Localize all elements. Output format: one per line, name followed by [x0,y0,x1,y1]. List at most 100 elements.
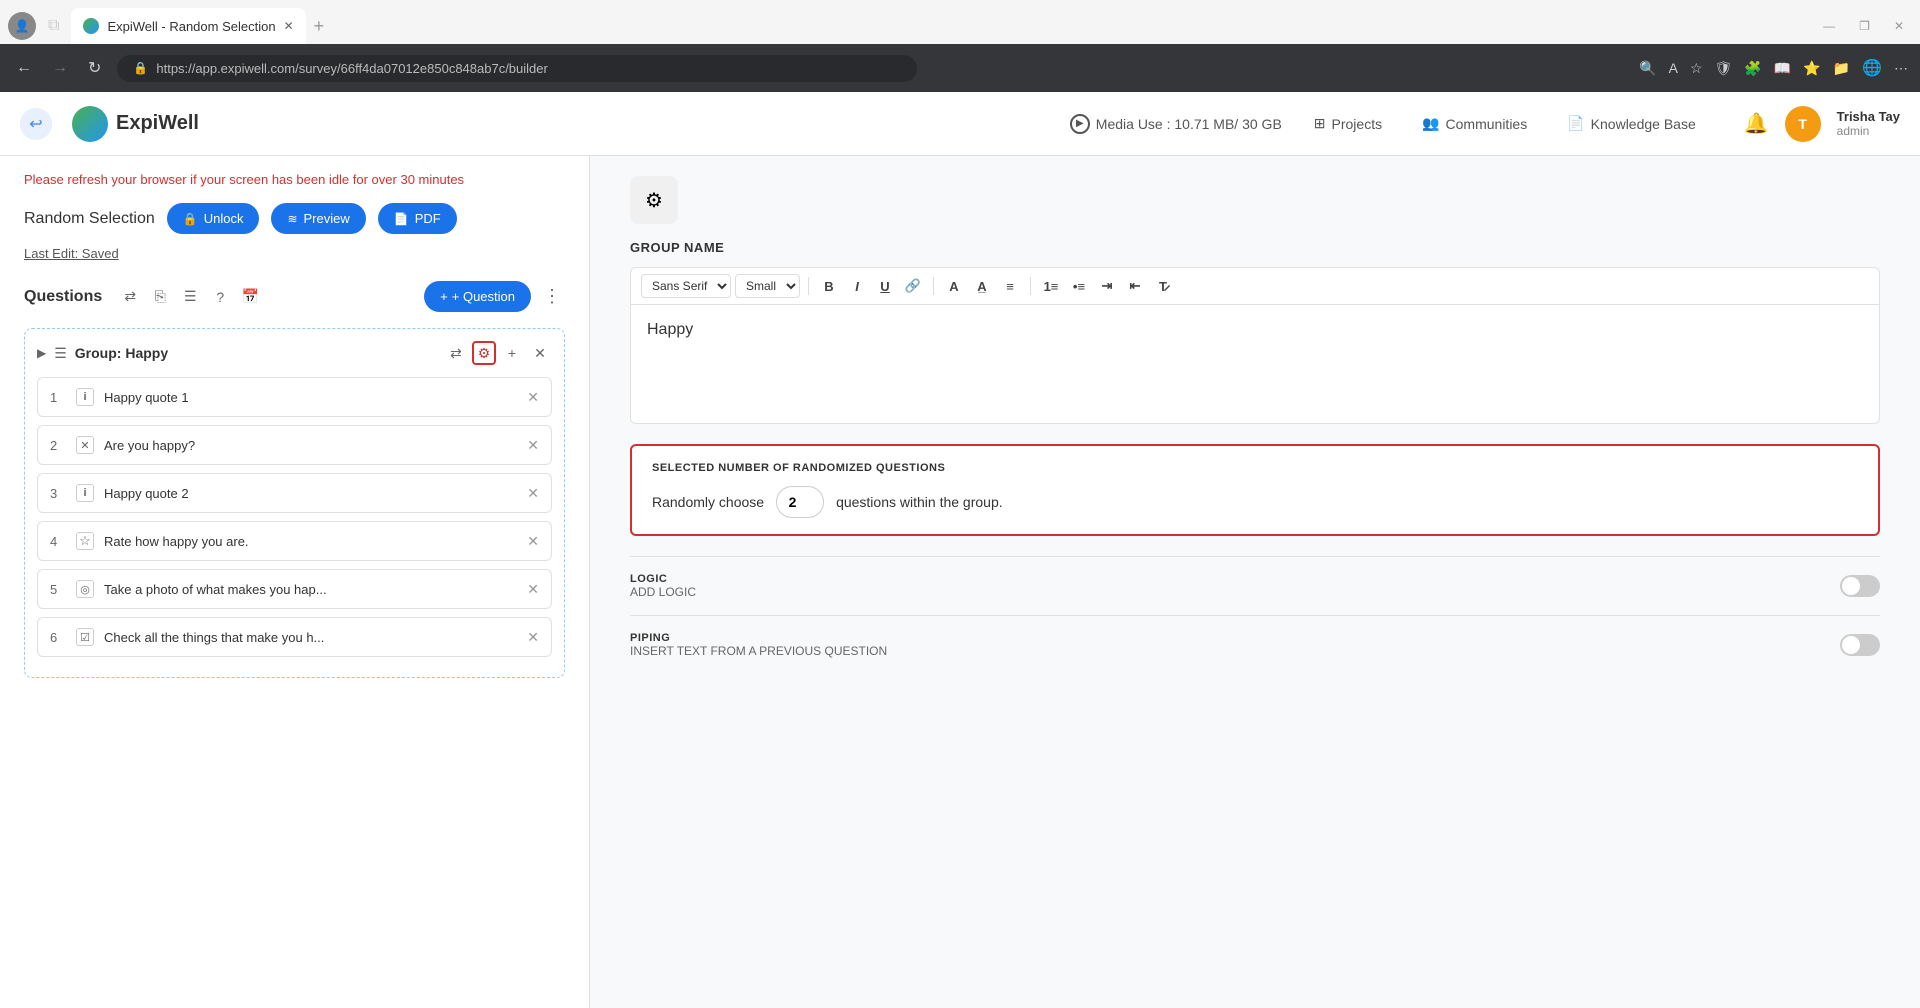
back-nav-btn[interactable]: ← [12,55,36,81]
copy-icon[interactable]: ⎘ [148,285,172,309]
preview-button[interactable]: ≋ Preview [271,203,365,234]
browser-tab[interactable]: ExpiWell - Random Selection ✕ [71,8,305,44]
play-icon: ▶ [1070,114,1090,134]
piping-info: PIPING INSERT TEXT FROM A PREVIOUS QUEST… [630,632,887,658]
q-type-star-icon: ☆ [76,532,94,550]
user-info: Trisha Tay admin [1837,109,1900,138]
question-mark-icon[interactable]: ? [208,285,232,309]
reader-icon[interactable]: 📖 [1774,60,1791,77]
group-name-editor[interactable]: Happy [630,304,1880,424]
q-close-icon[interactable]: ✕ [527,533,539,550]
clear-format-btn[interactable]: T̷ [1151,274,1175,298]
edge-icon[interactable]: 🌐 [1862,58,1882,78]
q-type-info-icon: i [76,484,94,502]
favorites-icon[interactable]: ⭐ [1803,60,1820,77]
bookmark-icon[interactable]: ☆ [1690,60,1703,77]
questions-header: Questions ⇄ ⎘ ☰ ? 📅 + + Question ⋮ [24,281,565,312]
q-close-icon[interactable]: ✕ [527,485,539,502]
link-btn[interactable]: 🔗 [901,274,925,298]
shuffle-icon[interactable]: ⇄ [118,285,142,309]
more-options-icon[interactable]: ⋮ [539,282,565,311]
group-close-icon[interactable]: ✕ [528,341,552,365]
reload-btn[interactable]: ↻ [84,54,105,82]
align-btn[interactable]: ≡ [998,274,1022,298]
q-text: Take a photo of what makes you hap... [104,582,517,597]
url-box[interactable]: 🔒 https://app.expiwell.com/survey/66ff4d… [117,55,917,82]
q-close-icon[interactable]: ✕ [527,437,539,454]
minimize-btn[interactable]: — [1815,15,1843,37]
shield-icon[interactable]: 🛡 [1715,60,1733,77]
panel-top-icon[interactable]: ⚙ [630,176,678,224]
tab-switcher-btn[interactable]: ⧉ [40,13,67,39]
unlock-button[interactable]: 🔒 Unlock [167,203,260,234]
random-number-input[interactable] [776,486,824,518]
q-text: Check all the things that make you h... [104,630,517,645]
tab-close-icon[interactable]: ✕ [284,19,294,33]
randomized-title: SELECTED NUMBER OF RANDOMIZED QUESTIONS [652,462,1858,474]
communities-link[interactable]: 👥 Communities [1414,111,1535,136]
forward-nav-btn[interactable]: → [48,55,72,81]
calendar-icon[interactable]: 📅 [238,285,262,309]
pdf-button[interactable]: 📄 PDF [378,203,457,234]
preview-label: Preview [304,211,350,226]
logic-toggle[interactable] [1840,575,1880,597]
q-close-icon[interactable]: ✕ [527,389,539,406]
header-actions: 🔔 T Trisha Tay admin [1744,106,1900,142]
list-icon[interactable]: ☰ [178,285,202,309]
italic-btn[interactable]: I [845,274,869,298]
q-close-icon[interactable]: ✕ [527,629,539,646]
q-type-checkbox-icon: ✕ [76,436,94,454]
projects-link[interactable]: ⊞ Projects [1306,111,1390,136]
question-item[interactable]: 1 i Happy quote 1 ✕ [37,377,552,417]
font-size-select[interactable]: Small [735,274,800,298]
questions-tools: ⇄ ⎘ ☰ ? 📅 [118,285,262,309]
user-profile-btn[interactable]: 👤 [8,12,36,40]
last-edit[interactable]: Last Edit: Saved [24,246,565,261]
group-add-icon[interactable]: + [500,341,524,365]
group-container: ▶ ☰ Group: Happy ⇄ ⚙ + ✕ 1 i Happy quote… [24,328,565,678]
font-family-select[interactable]: Sans Serif [641,274,731,298]
preview-icon: ≋ [287,212,297,226]
indent-btn[interactable]: ⇥ [1095,274,1119,298]
back-button[interactable]: ↩ [20,108,52,140]
knowledge-base-link[interactable]: 📄 Knowledge Base [1559,111,1704,136]
logo-icon [72,106,108,142]
window-controls: — ❐ ✕ [1815,15,1912,37]
highlight-btn[interactable]: A̲ [970,274,994,298]
q-close-icon[interactable]: ✕ [527,581,539,598]
font-color-btn[interactable]: A [942,274,966,298]
logic-label: LOGIC ADD LOGIC [630,573,696,599]
group-random-icon[interactable]: ⚙ [472,341,496,365]
survey-title-row: Random Selection 🔒 Unlock ≋ Preview 📄 PD… [24,203,565,234]
q-number: 3 [50,486,66,501]
bold-btn[interactable]: B [817,274,841,298]
question-item[interactable]: 3 i Happy quote 2 ✕ [37,473,552,513]
add-question-button[interactable]: + + Question [424,281,531,312]
q-text: Happy quote 1 [104,390,517,405]
unordered-list-btn[interactable]: •≡ [1067,274,1091,298]
piping-toggle[interactable] [1840,634,1880,656]
close-btn[interactable]: ✕ [1886,15,1912,37]
maximize-btn[interactable]: ❐ [1851,15,1878,37]
collections-icon[interactable]: 📁 [1833,60,1850,77]
group-chevron-icon[interactable]: ▶ [37,346,46,360]
question-item[interactable]: 4 ☆ Rate how happy you are. ✕ [37,521,552,561]
font-icon[interactable]: A [1669,60,1678,76]
question-item[interactable]: 2 ✕ Are you happy? ✕ [37,425,552,465]
more-tools-icon[interactable]: ⋯ [1894,60,1908,77]
search-icon[interactable]: 🔍 [1639,60,1656,77]
underline-btn[interactable]: U [873,274,897,298]
outdent-btn[interactable]: ⇤ [1123,274,1147,298]
group-header: ▶ ☰ Group: Happy ⇄ ⚙ + ✕ [37,341,552,365]
new-tab-button[interactable]: + [310,12,329,41]
user-avatar[interactable]: T [1785,106,1821,142]
extensions-icon[interactable]: 🧩 [1744,60,1761,77]
group-name-value: Happy [647,321,693,338]
bell-icon[interactable]: 🔔 [1744,111,1769,136]
ordered-list-btn[interactable]: 1≡ [1039,274,1063,298]
group-shuffle-icon[interactable]: ⇄ [444,341,468,365]
communities-icon: 👥 [1422,115,1439,132]
piping-header: PIPING INSERT TEXT FROM A PREVIOUS QUEST… [630,632,1880,658]
question-item[interactable]: 5 ◎ Take a photo of what makes you hap..… [37,569,552,609]
question-item[interactable]: 6 ☑ Check all the things that make you h… [37,617,552,657]
